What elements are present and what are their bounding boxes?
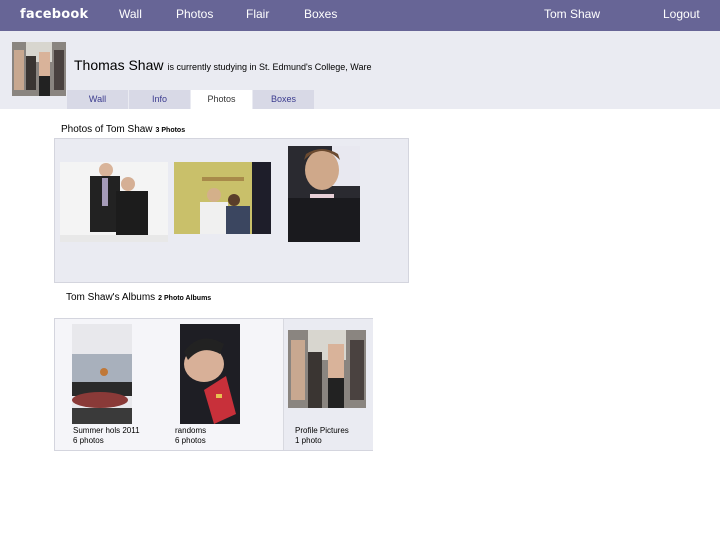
- tab-photos[interactable]: Photos: [191, 90, 252, 109]
- albums-container: Summer hols 2011 6 photos randoms 6 phot…: [54, 318, 373, 451]
- album-cover[interactable]: [180, 324, 240, 424]
- top-navigation-bar: facebook Wall Photos Flair Boxes Tom Sha…: [0, 0, 720, 31]
- album-caption: randoms 6 photos: [175, 426, 206, 446]
- tab-boxes[interactable]: Boxes: [253, 90, 314, 109]
- photo-thumbnail[interactable]: [288, 146, 360, 242]
- nav-photos[interactable]: Photos: [176, 7, 213, 21]
- profile-tabs: Wall Info Photos Boxes: [67, 90, 315, 109]
- album-photo-count: 1 photo: [295, 436, 322, 445]
- album-name[interactable]: Profile Pictures: [295, 426, 349, 436]
- facebook-logo[interactable]: facebook: [20, 7, 88, 22]
- albums-count: 2 Photo Albums: [158, 295, 212, 302]
- albums-title[interactable]: Tom Shaw's Albums: [66, 292, 155, 303]
- nav-user-profile[interactable]: Tom Shaw: [544, 7, 600, 21]
- profile-status: is currently studying in St. Edmund's Co…: [167, 62, 372, 72]
- nav-wall[interactable]: Wall: [119, 7, 142, 21]
- album-cover[interactable]: [72, 324, 132, 424]
- photo-thumbnail[interactable]: [174, 162, 271, 234]
- album-photo-count: 6 photos: [73, 436, 104, 445]
- album-name[interactable]: randoms: [175, 426, 206, 436]
- tab-info[interactable]: Info: [129, 90, 190, 109]
- logout-link[interactable]: Logout: [663, 7, 700, 21]
- albums-section-title: Tom Shaw's Albums 2 Photo Albums: [66, 292, 211, 303]
- photos-count: 3 Photos: [155, 127, 186, 134]
- profile-name: Thomas Shaw: [74, 57, 164, 73]
- nav-boxes[interactable]: Boxes: [304, 7, 337, 21]
- tab-wall[interactable]: Wall: [67, 90, 128, 109]
- photos-title[interactable]: Photos of Tom Shaw: [61, 124, 153, 135]
- photos-section-title: Photos of Tom Shaw 3 Photos: [61, 124, 185, 135]
- album-name[interactable]: Summer hols 2011: [73, 426, 140, 436]
- photos-container: [54, 138, 409, 283]
- profile-avatar[interactable]: [12, 42, 66, 96]
- nav-flair[interactable]: Flair: [246, 7, 269, 21]
- photo-thumbnail[interactable]: [60, 162, 168, 242]
- album-caption: Summer hols 2011 6 photos: [73, 426, 140, 446]
- album-photo-count: 6 photos: [175, 436, 206, 445]
- profile-name-line: Thomas Shaw is currently studying in St. …: [74, 57, 371, 73]
- album-cover[interactable]: [288, 330, 366, 408]
- album-caption: Profile Pictures 1 photo: [295, 426, 349, 446]
